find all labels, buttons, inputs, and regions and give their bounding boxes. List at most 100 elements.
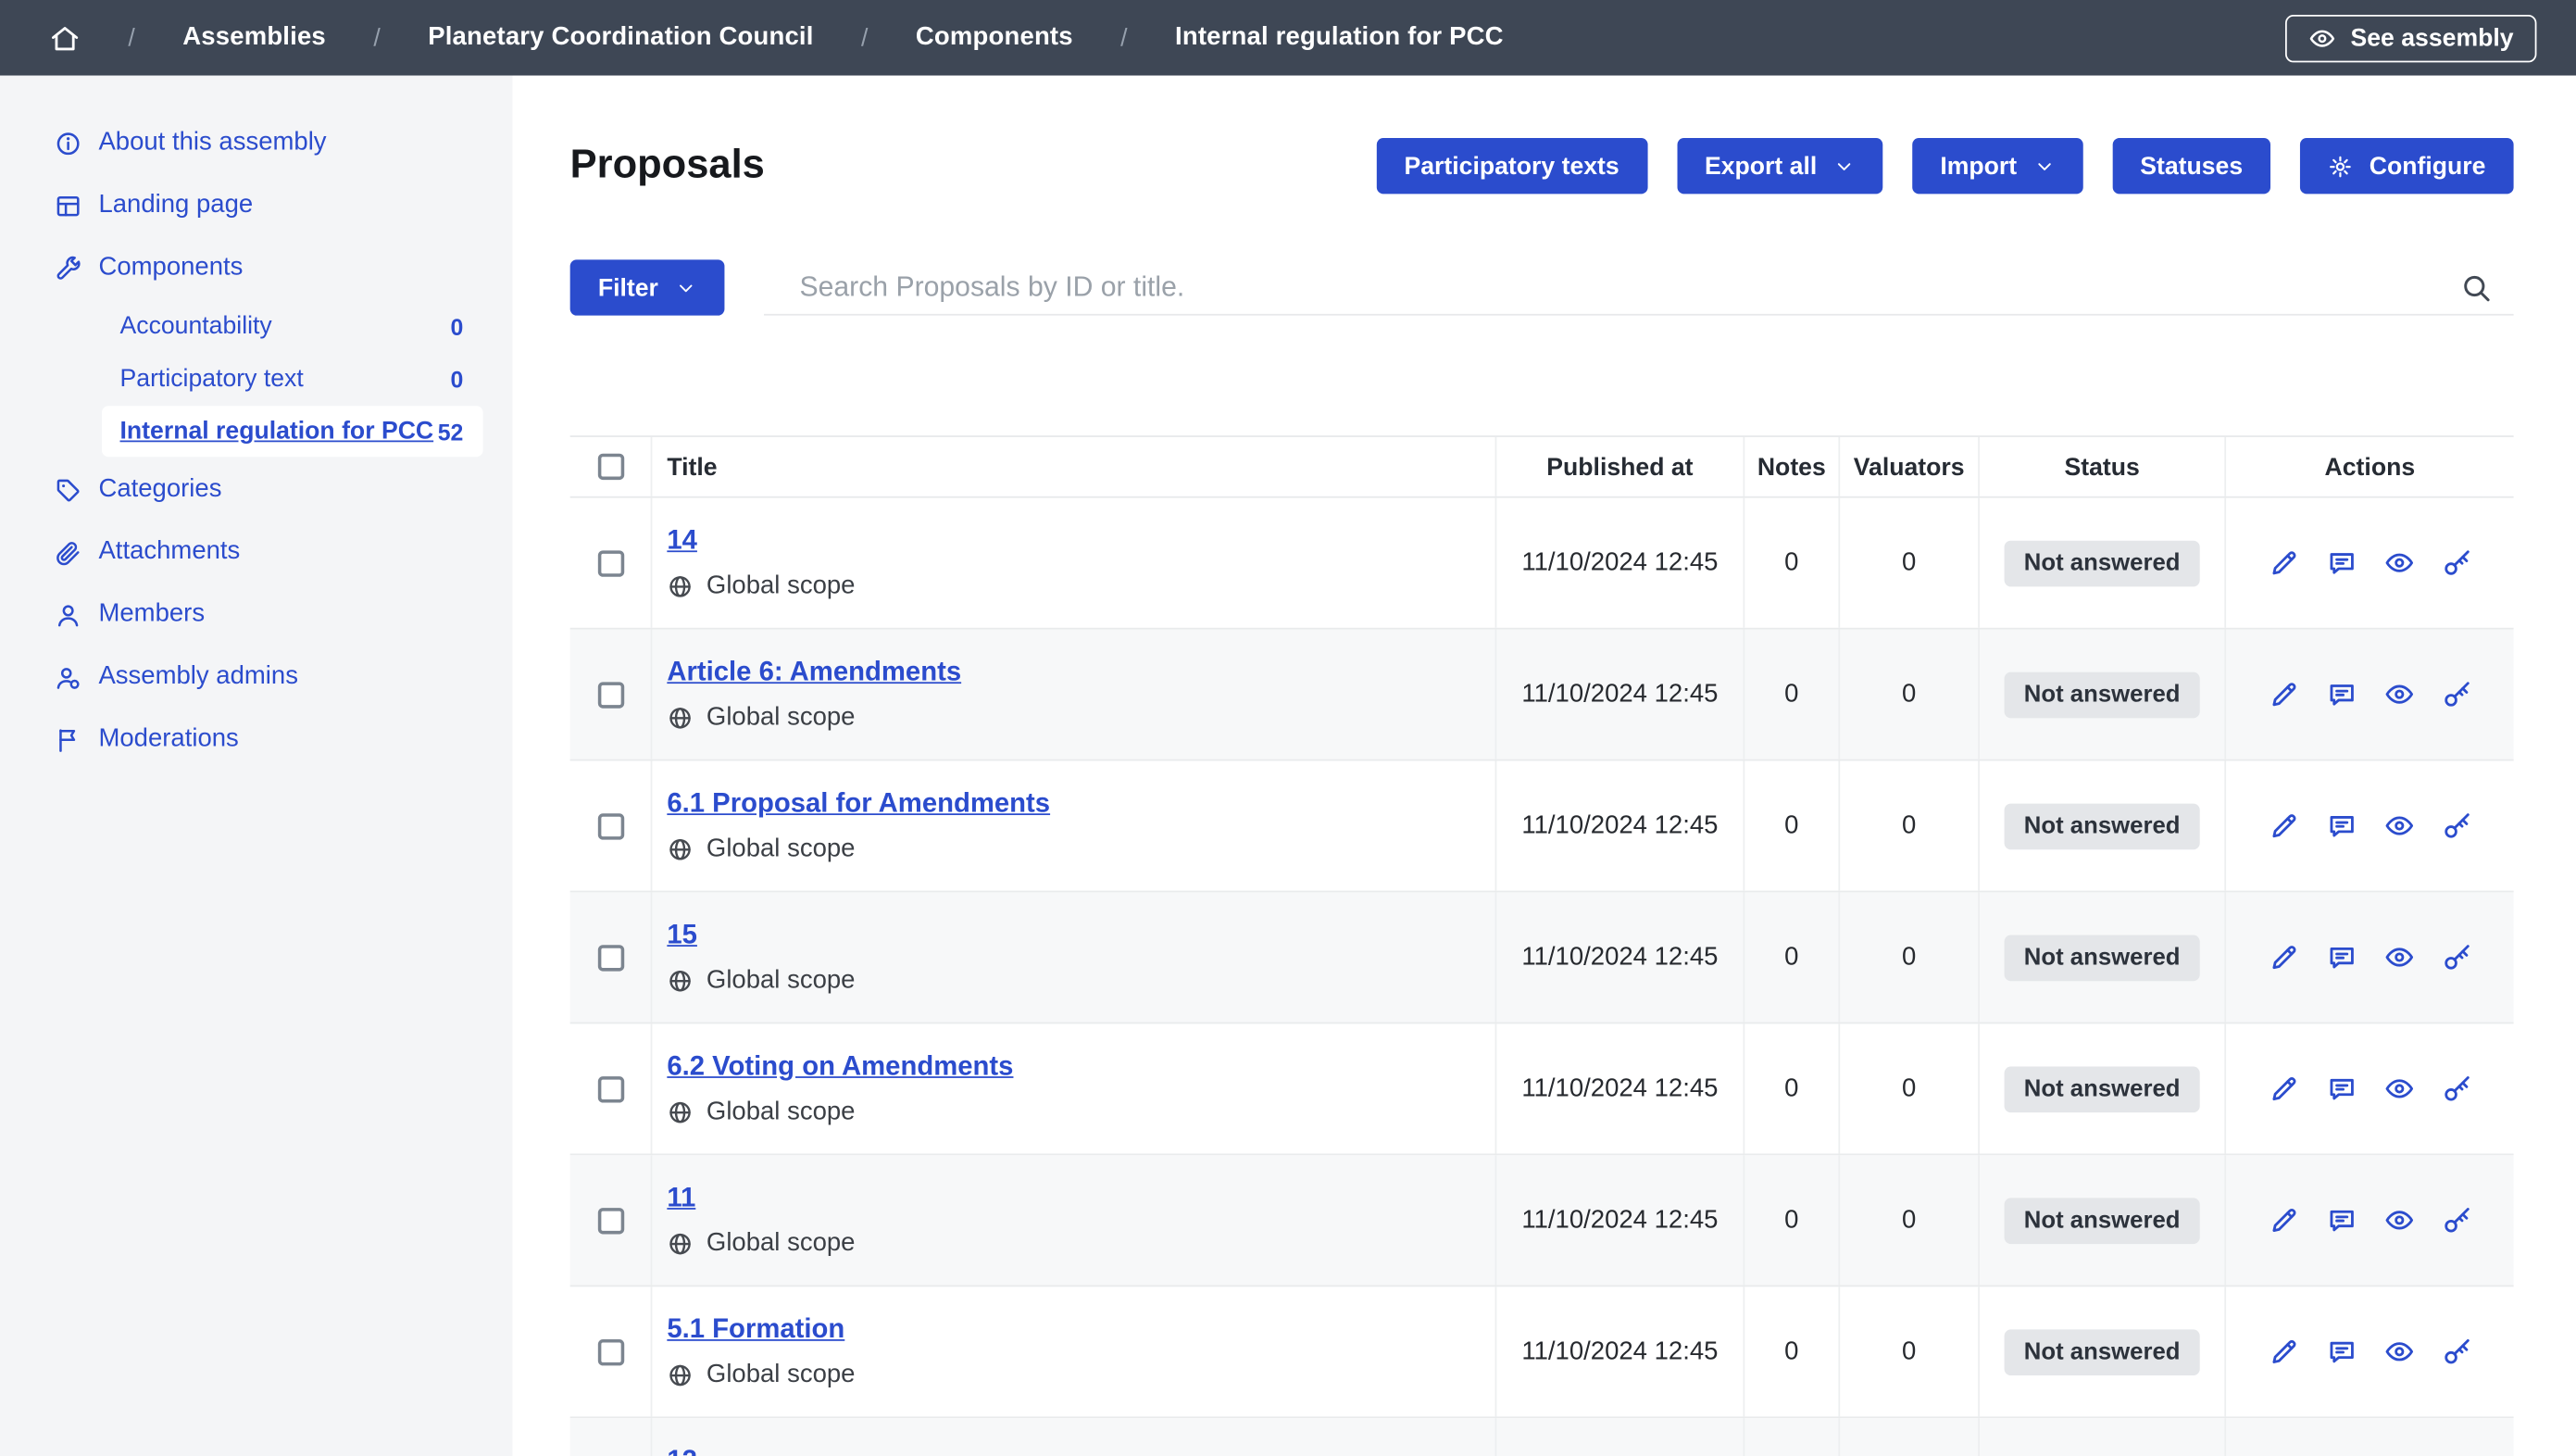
sidebar-subitem-label: Internal regulation for PCC (120, 418, 438, 446)
edit-icon[interactable] (2268, 547, 2299, 579)
row-checkbox[interactable] (597, 1207, 623, 1233)
permissions-icon[interactable] (2441, 1205, 2472, 1236)
import-button[interactable]: Import (1912, 138, 2082, 194)
edit-icon[interactable] (2268, 679, 2299, 710)
see-assembly-button[interactable]: See assembly (2285, 14, 2537, 61)
proposal-title-link[interactable]: 11 (667, 1183, 695, 1214)
search-input[interactable] (763, 270, 2459, 303)
answer-icon[interactable] (2325, 810, 2357, 842)
home-icon[interactable] (49, 22, 81, 54)
select-all-checkbox[interactable] (597, 454, 623, 480)
preview-icon[interactable] (2383, 547, 2415, 579)
proposal-title-link[interactable]: 5.1 Formation (667, 1314, 844, 1346)
header-title: Title (652, 437, 1496, 496)
sidebar-item-label: Moderations (98, 724, 238, 754)
search-icon[interactable] (2459, 270, 2492, 303)
preview-icon[interactable] (2383, 942, 2415, 973)
answer-icon[interactable] (2325, 679, 2357, 710)
row-checkbox[interactable] (597, 944, 623, 970)
title-cell: 5.1 Formation Global scope (652, 1287, 1496, 1416)
permissions-icon[interactable] (2441, 942, 2472, 973)
button-label: Configure (2370, 152, 2486, 180)
notes-count: 0 (1744, 1155, 1840, 1285)
valuators-count: 0 (1840, 498, 1980, 628)
sidebar-subitem-participatory-text[interactable]: Participatory text 0 (102, 353, 483, 404)
answer-icon[interactable] (2325, 1205, 2357, 1236)
scope: Global scope (667, 702, 855, 732)
status-badge: Not answered (2005, 803, 2200, 849)
edit-icon[interactable] (2268, 1336, 2299, 1367)
status-cell: Not answered (1980, 630, 2226, 759)
answer-icon[interactable] (2325, 547, 2357, 579)
preview-icon[interactable] (2383, 679, 2415, 710)
sidebar-item-attachments[interactable]: Attachments (0, 521, 513, 583)
sidebar-item-assembly-admins[interactable]: Assembly admins (0, 646, 513, 708)
scope: Global scope (667, 965, 855, 995)
answer-icon[interactable] (2325, 1336, 2357, 1367)
sidebar-subitem-internal-regulation-for-pcc[interactable]: Internal regulation for PCC 52 (102, 406, 483, 457)
permissions-icon[interactable] (2441, 1073, 2472, 1105)
proposal-title-link[interactable]: 14 (667, 525, 697, 557)
edit-icon[interactable] (2268, 942, 2299, 973)
participatory-texts-button[interactable]: Participatory texts (1376, 138, 1647, 194)
preview-icon[interactable] (2383, 1205, 2415, 1236)
proposal-title-link[interactable]: 15 (667, 920, 697, 951)
answer-icon[interactable] (2325, 1073, 2357, 1105)
edit-icon[interactable] (2268, 810, 2299, 842)
permissions-icon[interactable] (2441, 810, 2472, 842)
info-icon (55, 129, 82, 157)
sidebar-item-members[interactable]: Members (0, 584, 513, 646)
sidebar-item-components[interactable]: Components (0, 236, 513, 298)
status-badge: Not answered (2005, 1066, 2200, 1112)
globe-icon (667, 1098, 693, 1124)
globe-icon (667, 1362, 693, 1387)
breadcrumb-item-assemblies[interactable]: Assemblies (182, 23, 326, 53)
statuses-button[interactable]: Statuses (2112, 138, 2270, 194)
proposal-title-link[interactable]: 6.2 Voting on Amendments (667, 1051, 1013, 1083)
row-checkbox[interactable] (597, 812, 623, 838)
preview-icon[interactable] (2383, 1336, 2415, 1367)
status-cell: Not answered (1980, 1155, 2226, 1285)
preview-icon[interactable] (2383, 1073, 2415, 1105)
main-content: Proposals Participatory texts Export all… (513, 76, 2576, 1456)
permissions-icon[interactable] (2441, 679, 2472, 710)
sidebar-item-categories[interactable]: Categories (0, 458, 513, 521)
sidebar-item-landing-page[interactable]: Landing page (0, 174, 513, 236)
breadcrumb-separator: / (128, 24, 134, 52)
scope-label: Global scope (707, 834, 856, 863)
row-checkbox[interactable] (597, 681, 623, 707)
sidebar-item-about-this-assembly[interactable]: About this assembly (0, 112, 513, 174)
row-checkbox[interactable] (597, 549, 623, 575)
breadcrumb-item-internal-regulation-for-pcc[interactable]: Internal regulation for PCC (1175, 23, 1504, 53)
chevron-down-icon (675, 277, 696, 298)
export-all-button[interactable]: Export all (1677, 138, 1882, 194)
proposal-title-link[interactable]: 12 (667, 1445, 697, 1456)
filter-button[interactable]: Filter (570, 259, 724, 315)
proposal-title-link[interactable]: 6.1 Proposal for Amendments (667, 788, 1050, 820)
row-checkbox[interactable] (597, 1338, 623, 1364)
row-checkbox[interactable] (597, 1075, 623, 1101)
row-checkbox-cell (570, 498, 653, 628)
valuators-count: 0 (1840, 1287, 1980, 1416)
edit-icon[interactable] (2268, 1073, 2299, 1105)
row-checkbox-cell (570, 1287, 653, 1416)
permissions-icon[interactable] (2441, 547, 2472, 579)
row-checkbox-cell (570, 630, 653, 759)
button-label: Import (1940, 152, 2017, 180)
globe-icon (667, 835, 693, 861)
sidebar-subitem-accountability[interactable]: Accountability 0 (102, 301, 483, 352)
scope-label: Global scope (707, 702, 856, 732)
preview-icon[interactable] (2383, 810, 2415, 842)
answer-icon[interactable] (2325, 942, 2357, 973)
breadcrumb-item-planetary-coordination-council[interactable]: Planetary Coordination Council (428, 23, 813, 53)
proposal-title-link[interactable]: Article 6: Amendments (667, 657, 961, 688)
sidebar-item-moderations[interactable]: Moderations (0, 709, 513, 771)
breadcrumb-item-components[interactable]: Components (916, 23, 1073, 53)
actions-cell (2226, 1418, 2513, 1456)
edit-icon[interactable] (2268, 1205, 2299, 1236)
permissions-icon[interactable] (2441, 1336, 2472, 1367)
configure-button[interactable]: Configure (2300, 138, 2513, 194)
actions-cell (2226, 1023, 2513, 1153)
table-row: 14 Global scope 11/10/2024 12:45 0 0 Not… (570, 498, 2514, 630)
valuators-count: 0 (1840, 1418, 1980, 1456)
